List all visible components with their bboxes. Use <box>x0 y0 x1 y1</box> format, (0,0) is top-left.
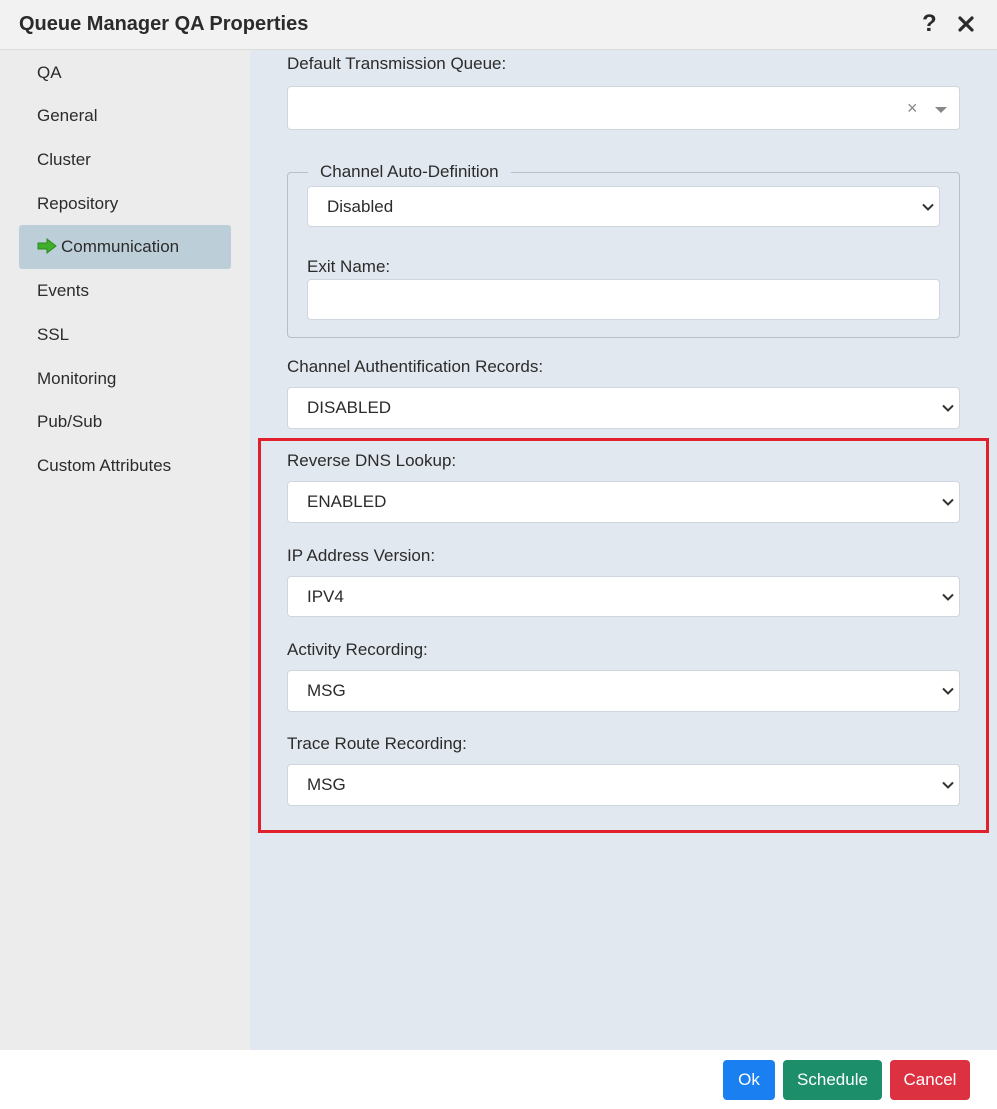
channel-auth-records-select[interactable]: DISABLED <box>287 387 960 429</box>
channel-auth-records-value: DISABLED <box>307 398 392 417</box>
default-transmission-queue-label: Default Transmission Queue: <box>287 54 507 73</box>
sidebar-item-qa[interactable]: QA <box>19 51 231 95</box>
sidebar-item-label: Repository <box>37 194 119 213</box>
sidebar-item-label: Custom Attributes <box>37 456 172 475</box>
sidebar-item-general[interactable]: General <box>19 94 231 138</box>
sidebar-item-ssl[interactable]: SSL <box>19 313 231 357</box>
sidebar-item-cluster[interactable]: Cluster <box>19 138 231 182</box>
sidebar-item-label: General <box>37 106 98 125</box>
close-icon[interactable] <box>956 11 976 37</box>
sidebar-nav: QA General Cluster Repository Communicat… <box>0 50 250 1050</box>
channel-auto-definition-select[interactable]: Disabled <box>307 186 940 227</box>
channel-auto-definition-legend: Channel Auto-Definition <box>308 162 511 182</box>
sidebar-item-repository[interactable]: Repository <box>19 182 231 226</box>
sidebar-item-events[interactable]: Events <box>19 269 231 313</box>
sidebar-item-label: SSL <box>37 325 70 344</box>
schedule-button[interactable]: Schedule <box>783 1060 882 1100</box>
clear-icon[interactable]: × <box>907 99 918 117</box>
caret-down-icon <box>935 107 947 113</box>
sidebar-item-label: Communication <box>61 237 180 256</box>
sidebar-item-label: Events <box>37 281 89 300</box>
sidebar-item-custom-attributes[interactable]: Custom Attributes <box>19 444 231 488</box>
sidebar-item-pubsub[interactable]: Pub/Sub <box>19 400 231 444</box>
sidebar-item-label: QA <box>37 63 62 82</box>
default-transmission-queue-select[interactable]: × <box>287 86 960 130</box>
chevron-down-icon <box>922 203 934 211</box>
ok-button[interactable]: Ok <box>723 1060 775 1100</box>
channel-auth-records-label: Channel Authentification Records: <box>287 357 544 376</box>
exit-name-input[interactable] <box>307 279 940 320</box>
channel-auto-definition-value: Disabled <box>327 196 394 216</box>
sidebar-item-label: Cluster <box>37 150 91 169</box>
sidebar-item-monitoring[interactable]: Monitoring <box>19 357 231 401</box>
sidebar-item-communication[interactable]: Communication <box>19 225 231 269</box>
help-icon[interactable]: ? <box>922 10 937 38</box>
dialog-footer: Ok Schedule Cancel <box>0 1050 997 1109</box>
dialog-titlebar: Queue Manager QA Properties ? <box>0 0 997 50</box>
sidebar-item-label: Monitoring <box>37 369 117 388</box>
exit-name-label: Exit Name: <box>307 257 391 276</box>
arrow-right-icon <box>37 227 57 255</box>
sidebar-item-label: Pub/Sub <box>37 412 103 431</box>
dialog-title: Queue Manager QA Properties <box>19 13 309 35</box>
chevron-down-icon <box>942 404 954 412</box>
cancel-button[interactable]: Cancel <box>890 1060 970 1100</box>
highlight-box <box>258 438 989 833</box>
